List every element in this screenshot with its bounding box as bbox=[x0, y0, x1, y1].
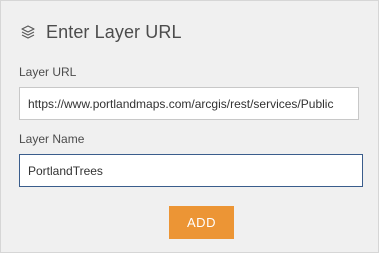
panel-header: Enter Layer URL bbox=[19, 19, 182, 45]
panel-title: Enter Layer URL bbox=[46, 21, 182, 42]
layer-name-label: Layer Name bbox=[19, 132, 85, 146]
add-button[interactable]: ADD bbox=[169, 206, 234, 239]
add-layer-panel: Enter Layer URL Layer URL Layer Name ADD bbox=[0, 0, 379, 253]
layer-url-label: Layer URL bbox=[19, 65, 77, 79]
layers-icon bbox=[19, 23, 37, 41]
layer-name-input[interactable] bbox=[19, 154, 363, 187]
layer-url-input[interactable] bbox=[19, 87, 359, 120]
